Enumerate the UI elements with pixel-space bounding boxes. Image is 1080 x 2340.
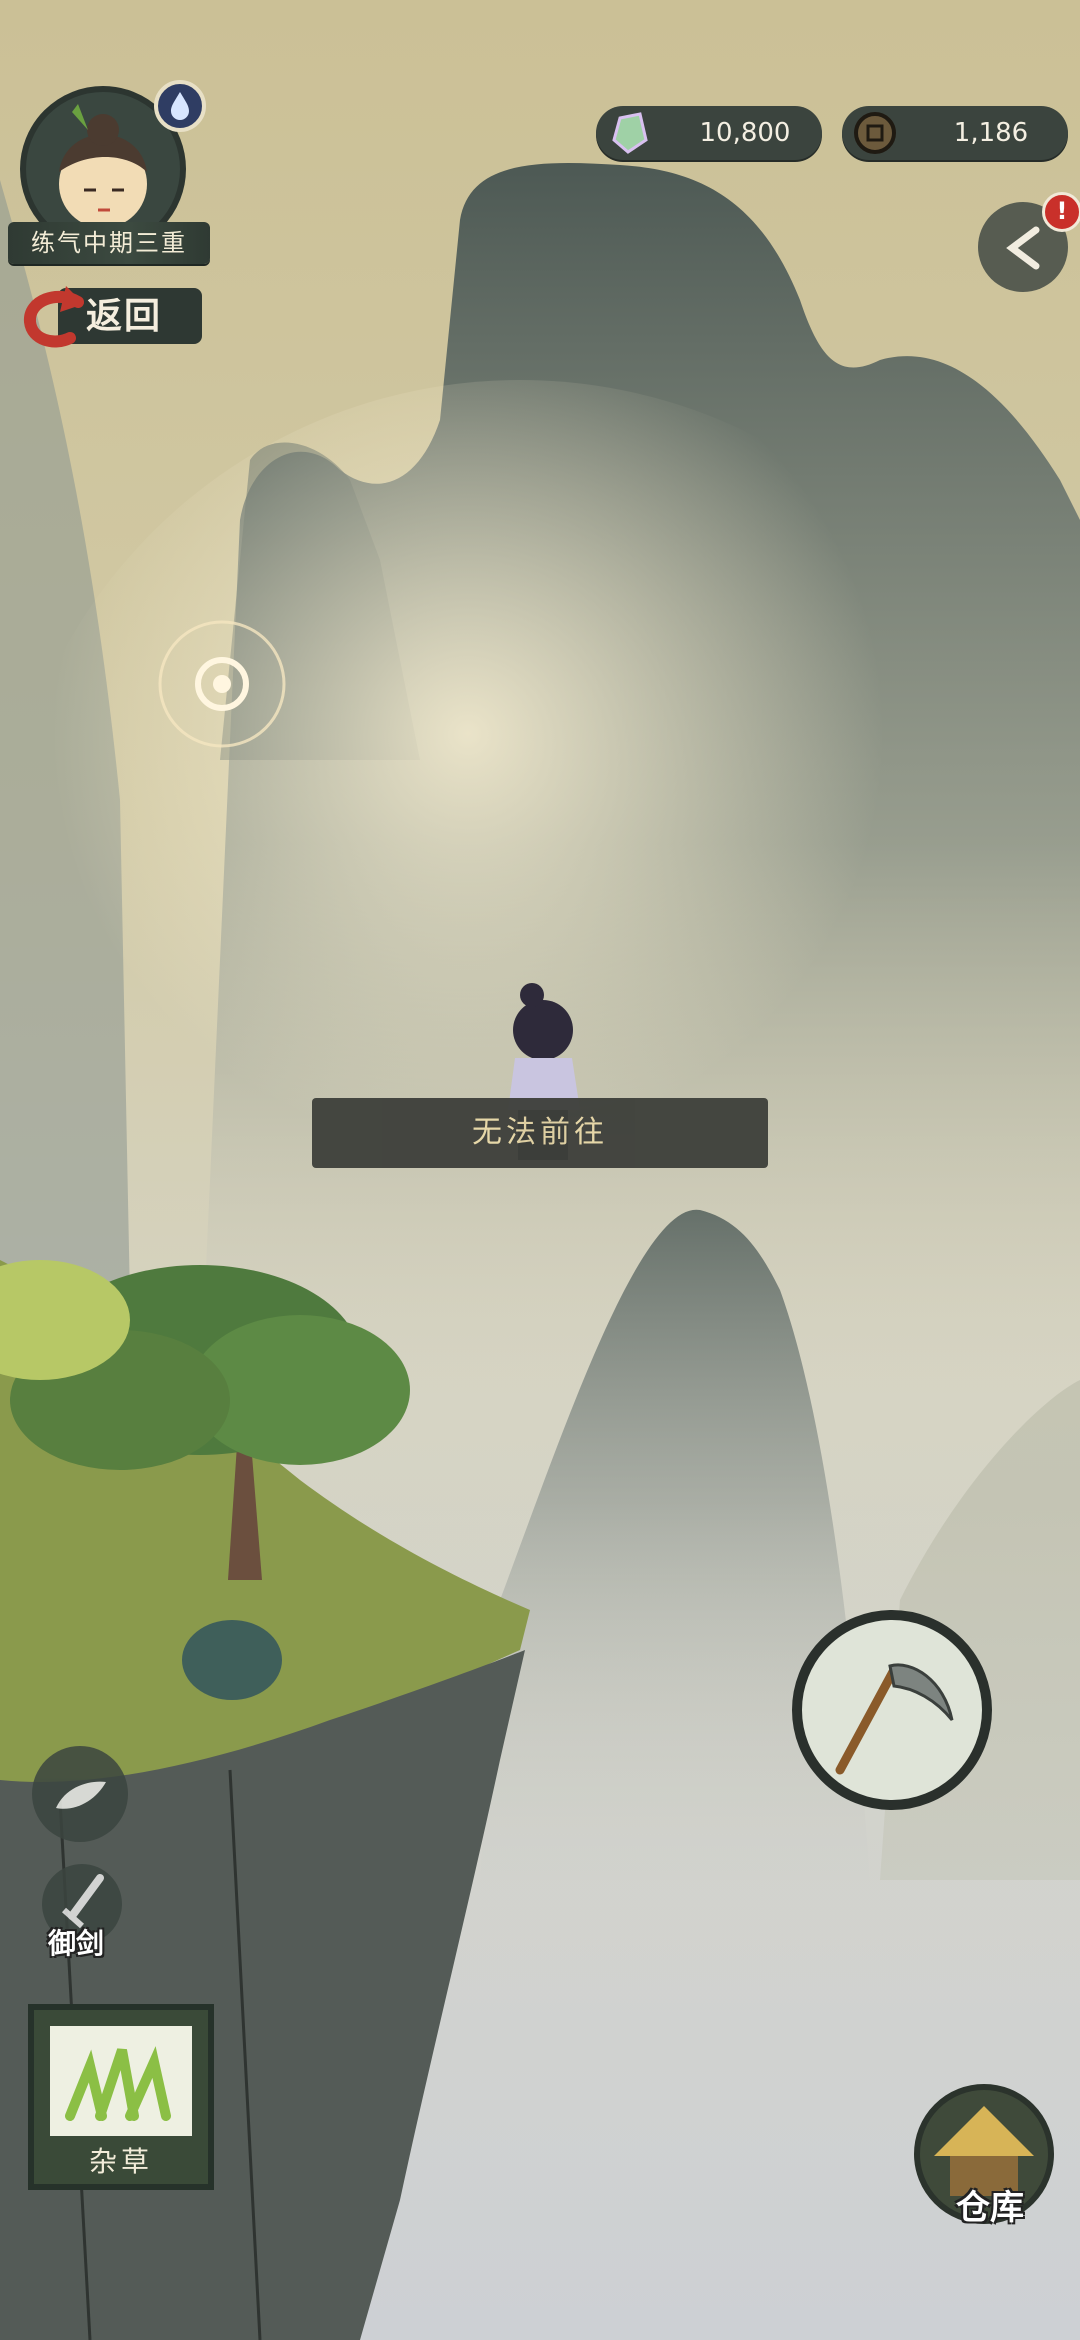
coin-counter[interactable]: 1,186	[842, 106, 1068, 160]
game-scene	[0, 0, 1080, 2340]
spirit-stone-icon	[612, 112, 648, 154]
chevron-left-icon	[1006, 226, 1040, 270]
cultivation-rank: 练气中期三重	[8, 222, 210, 264]
blocked-toast: 无法前往	[312, 1098, 768, 1168]
side-menu-button[interactable]: !	[978, 192, 1080, 292]
leaf-skill-button[interactable]	[32, 1746, 128, 1842]
flying-sword-label: 御剑	[48, 1927, 105, 1960]
scythe-icon	[835, 1663, 954, 1775]
harvest-button[interactable]	[792, 1610, 992, 1810]
back-button[interactable]: 返回	[18, 282, 202, 348]
alert-badge: !	[1042, 192, 1080, 232]
selected-item-label: 杂草	[88, 2145, 153, 2178]
weed-icon	[50, 2026, 192, 2136]
coin-value: 1,186	[953, 118, 1029, 148]
back-label: 返回	[86, 295, 163, 337]
spirit-stone-value: 10,800	[699, 118, 791, 148]
spirit-stone-counter[interactable]: 10,800	[596, 106, 822, 160]
coin-icon	[854, 112, 896, 154]
warehouse-label: 仓库	[956, 2188, 1024, 2228]
selected-item-card[interactable]: 杂草	[28, 2004, 214, 2190]
leaf-icon	[56, 1781, 106, 1809]
water-drop-icon[interactable]	[154, 80, 206, 132]
